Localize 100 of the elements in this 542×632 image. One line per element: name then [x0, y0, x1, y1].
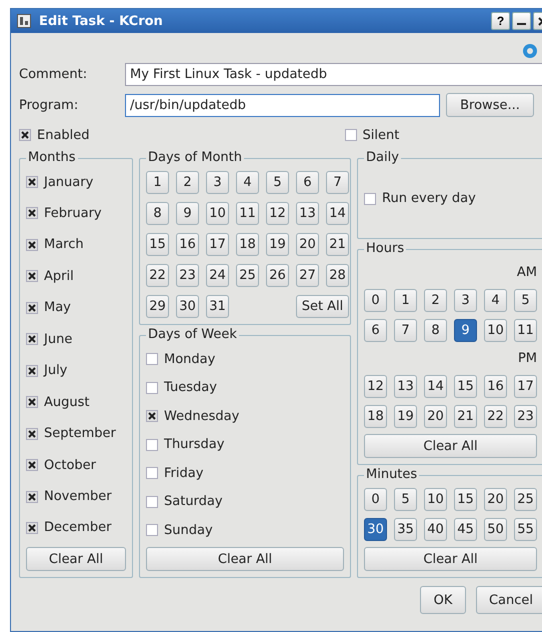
toggle-button[interactable]: 11 [514, 319, 537, 342]
toggle-button[interactable]: 2 [176, 171, 199, 194]
toggle-button[interactable]: 16 [484, 375, 507, 398]
checkbox[interactable] [19, 129, 31, 141]
toggle-button[interactable]: 0 [364, 289, 387, 312]
toggle-button[interactable]: 25 [236, 264, 259, 287]
toggle-button[interactable]: 21 [454, 405, 477, 428]
toggle-button[interactable]: 19 [266, 233, 289, 256]
checkbox-label[interactable]: January [44, 174, 94, 190]
checkbox-label[interactable]: July [44, 363, 68, 378]
toggle-button[interactable]: 16 [176, 233, 199, 256]
checkbox-label[interactable]: November [44, 489, 112, 504]
toggle-button[interactable]: 20 [424, 405, 447, 428]
checkbox[interactable] [146, 438, 158, 450]
checkbox-label[interactable]: December [44, 520, 112, 536]
toggle-button[interactable]: 20 [296, 233, 319, 256]
checkbox[interactable] [146, 524, 158, 536]
checkbox[interactable] [26, 302, 38, 314]
toggle-button[interactable]: 9 [454, 319, 477, 342]
toggle-button[interactable]: 12 [364, 375, 387, 398]
checkbox[interactable] [26, 176, 38, 188]
toggle-button[interactable]: 17 [206, 233, 229, 256]
clear-all-button[interactable]: Clear All [364, 434, 537, 458]
toggle-button[interactable]: 9 [176, 202, 199, 225]
checkbox-label[interactable]: Silent [362, 128, 400, 142]
checkbox-label[interactable]: April [44, 268, 74, 284]
help-button[interactable]: ? [491, 12, 510, 30]
toggle-button[interactable]: 2 [424, 289, 447, 312]
toggle-button[interactable]: 15 [146, 233, 169, 256]
toggle-button[interactable]: 10 [424, 488, 447, 511]
toggle-button[interactable]: 6 [364, 319, 387, 342]
toggle-button[interactable]: 18 [364, 405, 387, 428]
toggle-button[interactable]: 3 [206, 171, 229, 194]
toggle-button[interactable]: 4 [484, 289, 507, 312]
toggle-button[interactable]: 11 [236, 202, 259, 225]
toggle-button[interactable]: 22 [146, 264, 169, 287]
toggle-button[interactable]: 45 [454, 518, 477, 541]
checkbox-label[interactable]: Thursday [164, 437, 224, 452]
checkbox-label[interactable]: Tuesday [164, 380, 217, 395]
toggle-button[interactable]: 1 [146, 171, 169, 194]
toggle-button[interactable]: 14 [424, 375, 447, 398]
checkbox-label[interactable]: Saturday [164, 494, 223, 509]
checkbox-label[interactable]: August [44, 394, 90, 410]
program-field[interactable]: /usr/bin/updatedb [125, 94, 440, 116]
toggle-button[interactable]: 10 [484, 319, 507, 342]
checkbox[interactable] [26, 333, 38, 346]
toggle-button[interactable]: 10 [206, 202, 229, 225]
toggle-button[interactable]: 19 [394, 405, 417, 428]
toggle-button[interactable]: 7 [326, 171, 349, 194]
toggle-button[interactable]: 5 [514, 289, 537, 312]
toggle-button[interactable]: 24 [206, 264, 229, 287]
toggle-button[interactable]: 21 [326, 233, 349, 256]
cancel-button[interactable]: Cancel [476, 586, 542, 614]
toggle-button[interactable]: 40 [424, 518, 447, 541]
clear-all-button[interactable]: Clear All [26, 547, 126, 571]
checkbox-label[interactable]: October [44, 458, 96, 473]
toggle-button[interactable]: 17 [514, 375, 537, 398]
toggle-button[interactable]: 23 [176, 264, 199, 287]
checkbox-label[interactable]: Wednesday [164, 408, 240, 424]
toggle-button[interactable]: 1 [394, 289, 417, 312]
toggle-button[interactable]: 15 [454, 488, 477, 511]
set-all-button[interactable]: Set All [296, 295, 349, 318]
toggle-button[interactable]: 5 [266, 171, 289, 194]
toggle-button[interactable]: 25 [514, 488, 537, 511]
toggle-button[interactable]: 22 [484, 405, 507, 428]
ok-button[interactable]: OK [420, 586, 466, 614]
checkbox[interactable] [146, 353, 158, 365]
toggle-button[interactable]: 0 [364, 488, 387, 511]
clear-all-button[interactable]: Clear All [146, 547, 344, 571]
toggle-button[interactable]: 15 [454, 375, 477, 398]
checkbox[interactable] [26, 459, 38, 472]
toggle-button[interactable]: 13 [394, 375, 417, 398]
toggle-button[interactable]: 3 [454, 289, 477, 312]
checkbox[interactable] [364, 192, 376, 204]
toggle-button[interactable]: 14 [326, 202, 349, 225]
checkbox[interactable] [26, 428, 38, 440]
checkbox-label[interactable]: Friday [164, 466, 204, 480]
checkbox-label[interactable]: May [44, 300, 71, 316]
toggle-button[interactable]: 8 [424, 319, 447, 342]
browse-button[interactable]: Browse... [446, 93, 534, 117]
checkbox-label[interactable]: September [44, 426, 116, 442]
checkbox-label[interactable]: Enabled [37, 128, 90, 142]
toggle-button[interactable]: 20 [484, 488, 507, 511]
checkbox-label[interactable]: Monday [164, 352, 216, 366]
comment-field[interactable]: My First Linux Task - updatedb [125, 63, 542, 86]
checkbox[interactable] [146, 410, 158, 422]
checkbox[interactable] [26, 522, 38, 534]
checkbox-label[interactable]: February [44, 206, 102, 221]
toggle-button[interactable]: 6 [296, 171, 319, 194]
clear-all-button[interactable]: Clear All [364, 547, 537, 571]
toggle-button[interactable]: 13 [296, 202, 319, 225]
toggle-button[interactable]: 5 [394, 488, 417, 511]
toggle-button[interactable]: 55 [514, 518, 537, 541]
toggle-button[interactable]: 35 [394, 518, 417, 541]
checkbox[interactable] [344, 129, 357, 141]
minimize-button[interactable] [512, 12, 531, 30]
checkbox[interactable] [26, 270, 38, 282]
toggle-button[interactable]: 31 [206, 295, 229, 318]
toggle-button[interactable]: 7 [394, 319, 417, 342]
checkbox[interactable] [146, 382, 158, 394]
